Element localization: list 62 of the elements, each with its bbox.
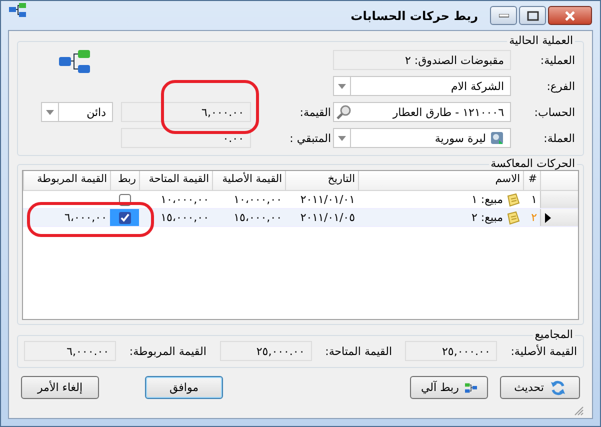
minimize-button[interactable]	[490, 6, 517, 25]
table-cell-text: ٢٠١١/٠١/٠١	[299, 192, 356, 208]
column-header[interactable]: القيمة الأصلية	[212, 171, 285, 190]
field-label: الحساب:	[533, 106, 576, 118]
field-label: القيمة الأصلية:	[510, 344, 577, 358]
window-title: ربط حركات الحسابات	[350, 8, 478, 22]
amount-field[interactable]: ٦,٠٠٠.٠٠	[121, 102, 251, 122]
table-cell-text: ٢٠١١/٠١/٠٥	[299, 210, 356, 226]
maximize-icon	[526, 10, 538, 20]
cancel-button[interactable]: إلغاء الأمر	[21, 376, 99, 399]
dropdown-field[interactable]: ليرة سورية	[333, 128, 511, 148]
network-icon	[464, 380, 477, 394]
dropdown-field[interactable]: دائن	[41, 102, 113, 122]
field-label: القيمة المربوطة:	[129, 344, 206, 358]
note-icon	[506, 210, 520, 224]
ok-button[interactable]: موافق	[145, 376, 223, 399]
table-cell-text: ١٠،٠٠٠,٠٠	[160, 192, 210, 208]
table-cell: ٦،٠٠٠,٠٠	[64, 211, 107, 224]
total-field[interactable]: ٢٥,٠٠٠.٠٠	[220, 341, 312, 361]
close-button[interactable]	[548, 6, 592, 25]
field-label: العملة:	[542, 132, 576, 144]
table-row[interactable]: ٢ مبيع: ٢ ٢٠١١/٠١/٠٥ ١٥،٠٠٠,٠٠ ١٥،٠٠٠,٠٠ ٦،٠٠٠,٠٠	[23, 209, 578, 227]
resize-grip-icon[interactable]	[574, 406, 584, 416]
table-cell-text: ١٥،٠٠٠,٠٠	[232, 210, 283, 226]
network-icon	[59, 50, 91, 74]
table-cell-text: مبيع: ١	[471, 192, 503, 208]
row-header[interactable]	[540, 209, 578, 226]
field-label: العملية:	[539, 54, 576, 66]
column-header[interactable]: القيمة المتاحة	[139, 171, 212, 190]
table-cell-text: مبيع: ٢	[471, 210, 503, 226]
table-cell-text: ١٠،٠٠٠,٠٠	[232, 192, 283, 208]
refresh-button[interactable]: تحديث	[500, 376, 580, 399]
close-icon	[564, 10, 576, 20]
column-header[interactable]: التاريخ	[285, 171, 358, 190]
field-label: المتبقي :	[288, 132, 332, 144]
table-cell-text: ١٥،٠٠٠,٠٠	[160, 210, 210, 226]
table-cell-text: ١	[530, 192, 538, 208]
search-field[interactable]: ١٢١٠٠٠٦ - طارق العطار	[333, 102, 511, 122]
dropdown-field[interactable]: الشركة الام	[333, 76, 511, 96]
refresh-icon	[550, 380, 566, 396]
remaining-field[interactable]: ٠.٠٠	[121, 128, 251, 148]
minimize-icon	[498, 14, 508, 18]
field-label: القيمة المتاحة:	[325, 344, 392, 358]
checkbox[interactable]	[118, 194, 130, 206]
column-header[interactable]: ربط	[110, 171, 139, 190]
checkbox[interactable]	[118, 212, 130, 224]
column-header[interactable]: القيمة المربوطة	[23, 171, 110, 190]
maximize-button[interactable]	[519, 6, 546, 25]
group-title: الحركات المعاكسة	[490, 158, 576, 170]
network-icon	[9, 2, 27, 16]
note-icon	[506, 192, 520, 206]
group-title: العملية الحالية	[508, 35, 574, 47]
table-cell-text: ٢	[530, 210, 538, 226]
field-label: الفرع:	[546, 80, 576, 92]
total-field[interactable]: ٦,٠٠٠.٠٠	[24, 341, 116, 361]
field-label: القيمة:	[298, 106, 332, 118]
auto-link-button[interactable]: ربط آلي	[410, 376, 488, 399]
column-header[interactable]: #	[523, 171, 540, 190]
readonly-field[interactable]: مقبوضات الصندوق: ٢	[333, 50, 511, 70]
column-header[interactable]: الاسم	[358, 171, 523, 190]
group-title: المجاميع	[534, 329, 574, 341]
total-field[interactable]: ٢٥,٠٠٠.٠٠	[405, 341, 498, 361]
